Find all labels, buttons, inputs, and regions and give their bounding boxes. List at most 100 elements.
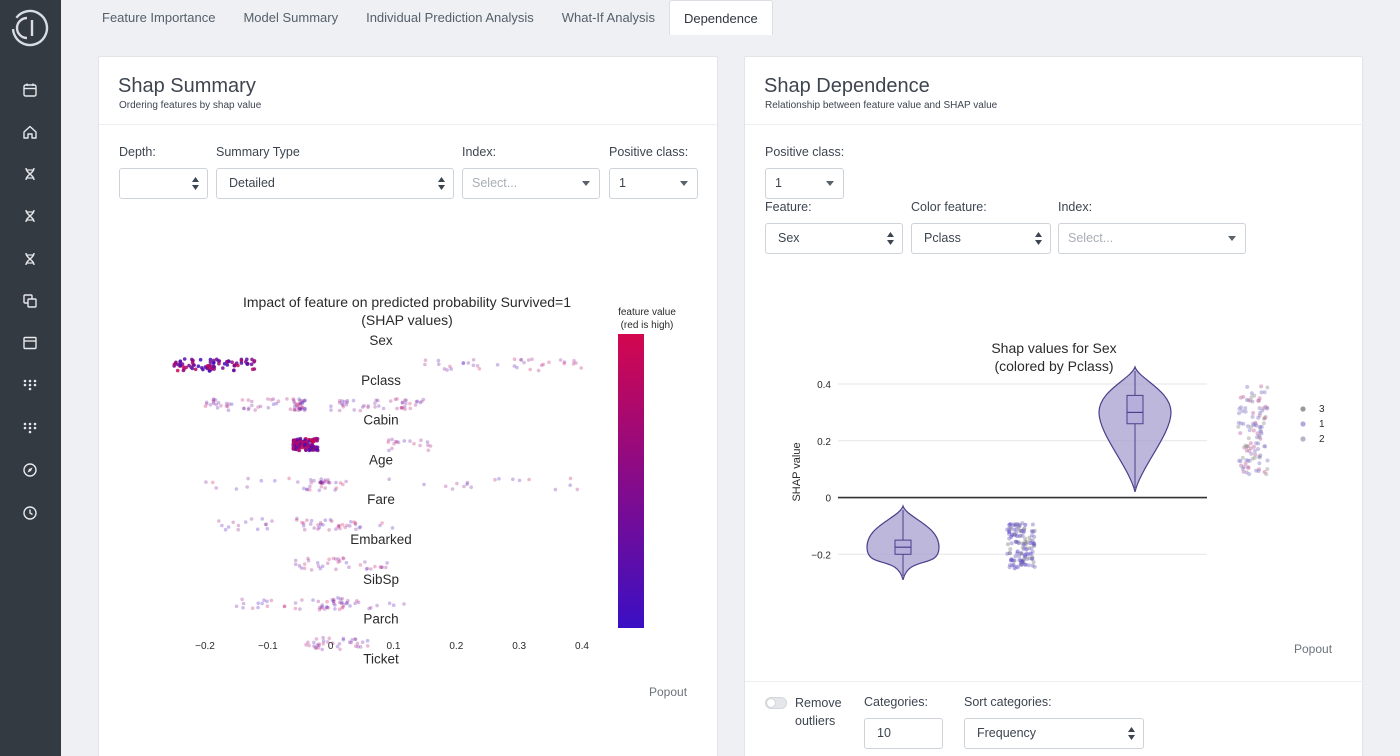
window-icon: [23, 336, 37, 350]
index-label: Index:: [1058, 200, 1093, 214]
divider: [745, 124, 1364, 125]
dna-icon: [25, 167, 35, 181]
x-tick: 0.3: [512, 641, 526, 652]
sidebar-item-7[interactable]: [19, 332, 41, 354]
chevron-down-icon: [826, 181, 834, 186]
sidebar-item-8[interactable]: [19, 374, 41, 396]
sidebar-item-2[interactable]: [19, 121, 41, 143]
feature-label-ticket: Ticket: [363, 651, 399, 666]
points-embarked: [293, 556, 389, 572]
compass-icon: [23, 463, 37, 477]
points-cabin: [291, 436, 433, 453]
colorbar-title: feature value: [618, 307, 676, 318]
copy-icon: [23, 294, 37, 308]
legend-marker: [1300, 436, 1306, 442]
y-tick: 0.4: [817, 380, 831, 391]
sidebar: [0, 0, 61, 756]
legend-marker: [1300, 421, 1306, 427]
depth-select[interactable]: [119, 168, 208, 199]
remove-outliers-label: Remove outliers: [795, 694, 842, 730]
feature-label-age: Age: [369, 452, 393, 467]
feature-select[interactable]: Sex: [765, 223, 903, 254]
points-sibsp: [234, 596, 406, 612]
y-tick: 0.2: [817, 437, 831, 448]
index-placeholder: Select...: [472, 176, 518, 190]
tab-what-if[interactable]: What-If Analysis: [548, 0, 669, 35]
chevron-down-icon: [582, 181, 590, 186]
points-age: [204, 476, 580, 493]
dna-icon: [25, 209, 35, 223]
clock-icon: [23, 506, 37, 520]
card-title: Shap Summary: [118, 75, 256, 97]
home-icon: [23, 125, 37, 139]
sort-arrows-icon: [887, 232, 894, 245]
divider: [745, 681, 1364, 682]
legend-marker: [1300, 406, 1306, 412]
feature-label-fare: Fare: [367, 492, 395, 507]
grid-icon: [23, 422, 37, 434]
sidebar-item-1[interactable]: [19, 79, 41, 101]
sort-arrows-icon: [1128, 727, 1135, 740]
index-select[interactable]: Select...: [462, 168, 600, 199]
color-feature-label: Color feature:: [911, 200, 987, 214]
positive-class-select[interactable]: 1: [609, 168, 698, 199]
summary-type-value: Detailed: [229, 176, 275, 190]
sidebar-item-3[interactable]: [19, 163, 41, 185]
sort-categories-label: Sort categories:: [964, 695, 1052, 709]
grid-icon: [23, 379, 37, 391]
remove-outliers-toggle[interactable]: [765, 697, 787, 709]
feature-label-sex: Sex: [369, 333, 393, 348]
tab-model-summary[interactable]: Model Summary: [229, 0, 352, 35]
points-sex: [172, 357, 583, 373]
sort-arrows-icon: [1035, 232, 1042, 245]
chevron-down-icon: [680, 181, 688, 186]
divider: [99, 124, 719, 125]
y-tick: 0: [825, 494, 831, 505]
depth-label: Depth:: [119, 145, 156, 159]
color-feature-select[interactable]: Pclass: [911, 223, 1051, 254]
calendar-icon: [23, 83, 37, 97]
categories-input[interactable]: 10: [864, 718, 943, 749]
sort-categories-select[interactable]: Frequency: [964, 718, 1144, 749]
sort-arrows-icon: [438, 177, 445, 190]
violin-male: [866, 504, 940, 580]
sidebar-item-11[interactable]: [19, 502, 41, 524]
sidebar-item-10[interactable]: [19, 459, 41, 481]
color-feature-value: Pclass: [924, 231, 961, 245]
tab-individual-prediction[interactable]: Individual Prediction Analysis: [352, 0, 548, 35]
shap-dependence-card: Shap Dependence Relationship between fea…: [744, 56, 1364, 756]
popout-button[interactable]: Popout: [1294, 642, 1332, 656]
colorbar-subtitle: (red is high): [621, 320, 674, 331]
remove-outliers-line2: outliers: [795, 714, 836, 728]
positive-class-value: 1: [775, 176, 782, 190]
y-tick: −0.2: [811, 550, 831, 561]
x-tick: −0.2: [195, 641, 215, 652]
chart-subtitle: (colored by Pclass): [994, 358, 1113, 374]
index-label: Index:: [462, 145, 497, 159]
card-subtitle: Ordering features by shap value: [119, 100, 262, 111]
tab-feature-importance[interactable]: Feature Importance: [88, 0, 229, 35]
feature-label-embarked: Embarked: [350, 532, 412, 547]
sidebar-item-9[interactable]: [19, 417, 41, 439]
sidebar-item-4[interactable]: [19, 205, 41, 227]
sort-arrows-icon: [192, 177, 199, 190]
chart-subtitle: (SHAP values): [361, 312, 453, 328]
sidebar-item-5[interactable]: [19, 248, 41, 270]
summary-type-label: Summary Type: [216, 145, 300, 159]
points-fare: [217, 516, 395, 532]
shap-summary-card: Shap Summary Ordering features by shap v…: [98, 56, 719, 756]
feature-label-pclass: Pclass: [361, 373, 401, 388]
positive-class-select[interactable]: 1: [765, 168, 844, 199]
sidebar-item-6[interactable]: [19, 290, 41, 312]
feature-label-cabin: Cabin: [363, 413, 398, 428]
popout-button[interactable]: Popout: [649, 685, 687, 699]
tab-dependence[interactable]: Dependence: [668, 0, 773, 35]
x-tick: 0.4: [575, 641, 589, 652]
x-tick: 0.2: [449, 641, 463, 652]
legend-item-1: 1: [1319, 419, 1325, 430]
feature-label-sibsp: SibSp: [363, 572, 399, 587]
points-female: [1236, 384, 1270, 477]
index-select[interactable]: Select...: [1058, 223, 1246, 254]
summary-type-select[interactable]: Detailed: [216, 168, 454, 199]
y-axis-label: SHAP value: [791, 442, 803, 501]
